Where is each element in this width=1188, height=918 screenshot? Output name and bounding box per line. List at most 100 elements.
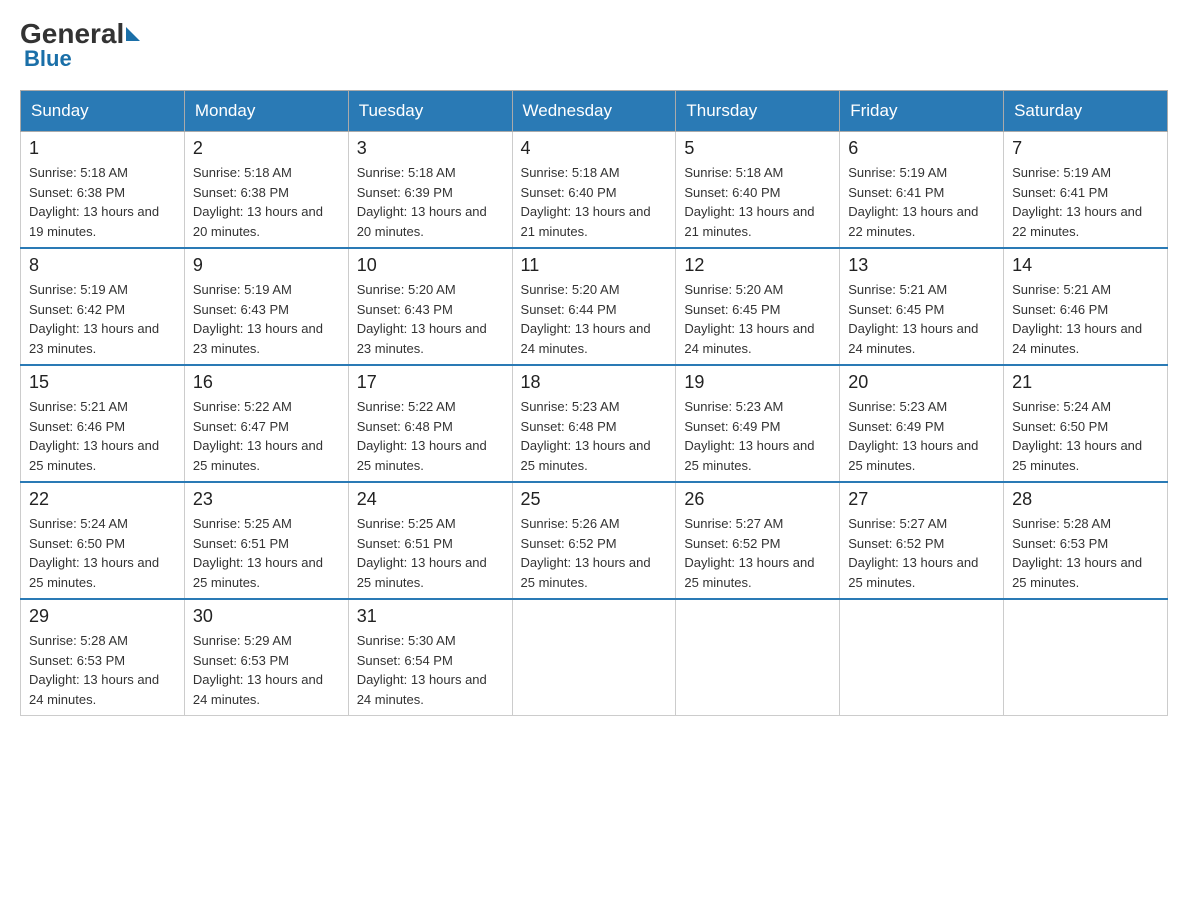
day-info: Sunrise: 5:22 AMSunset: 6:48 PMDaylight:… — [357, 397, 504, 475]
logo-triangle-icon — [126, 27, 140, 41]
header-wednesday: Wednesday — [512, 91, 676, 132]
day-number: 2 — [193, 138, 340, 159]
logo-general-text: General — [20, 20, 124, 48]
day-info: Sunrise: 5:27 AMSunset: 6:52 PMDaylight:… — [848, 514, 995, 592]
week-row-1: 1 Sunrise: 5:18 AMSunset: 6:38 PMDayligh… — [21, 132, 1168, 249]
page-header: General Blue — [20, 20, 1168, 72]
header-saturday: Saturday — [1004, 91, 1168, 132]
calendar-cell: 5 Sunrise: 5:18 AMSunset: 6:40 PMDayligh… — [676, 132, 840, 249]
day-info: Sunrise: 5:26 AMSunset: 6:52 PMDaylight:… — [521, 514, 668, 592]
day-number: 24 — [357, 489, 504, 510]
day-number: 13 — [848, 255, 995, 276]
day-number: 15 — [29, 372, 176, 393]
calendar-cell: 17 Sunrise: 5:22 AMSunset: 6:48 PMDaylig… — [348, 365, 512, 482]
calendar-cell: 7 Sunrise: 5:19 AMSunset: 6:41 PMDayligh… — [1004, 132, 1168, 249]
day-info: Sunrise: 5:28 AMSunset: 6:53 PMDaylight:… — [1012, 514, 1159, 592]
day-number: 29 — [29, 606, 176, 627]
calendar-cell: 21 Sunrise: 5:24 AMSunset: 6:50 PMDaylig… — [1004, 365, 1168, 482]
calendar-cell: 20 Sunrise: 5:23 AMSunset: 6:49 PMDaylig… — [840, 365, 1004, 482]
day-info: Sunrise: 5:19 AMSunset: 6:41 PMDaylight:… — [848, 163, 995, 241]
day-number: 17 — [357, 372, 504, 393]
day-number: 6 — [848, 138, 995, 159]
calendar-cell: 30 Sunrise: 5:29 AMSunset: 6:53 PMDaylig… — [184, 599, 348, 716]
logo-blue-text: Blue — [24, 46, 72, 72]
day-number: 21 — [1012, 372, 1159, 393]
logo: General Blue — [20, 20, 142, 72]
header-tuesday: Tuesday — [348, 91, 512, 132]
day-info: Sunrise: 5:23 AMSunset: 6:49 PMDaylight:… — [848, 397, 995, 475]
calendar-cell: 16 Sunrise: 5:22 AMSunset: 6:47 PMDaylig… — [184, 365, 348, 482]
calendar-cell: 14 Sunrise: 5:21 AMSunset: 6:46 PMDaylig… — [1004, 248, 1168, 365]
day-number: 1 — [29, 138, 176, 159]
week-row-5: 29 Sunrise: 5:28 AMSunset: 6:53 PMDaylig… — [21, 599, 1168, 716]
header-row: SundayMondayTuesdayWednesdayThursdayFrid… — [21, 91, 1168, 132]
header-monday: Monday — [184, 91, 348, 132]
day-number: 22 — [29, 489, 176, 510]
day-info: Sunrise: 5:22 AMSunset: 6:47 PMDaylight:… — [193, 397, 340, 475]
calendar-table: SundayMondayTuesdayWednesdayThursdayFrid… — [20, 90, 1168, 716]
day-info: Sunrise: 5:18 AMSunset: 6:40 PMDaylight:… — [521, 163, 668, 241]
calendar-cell: 10 Sunrise: 5:20 AMSunset: 6:43 PMDaylig… — [348, 248, 512, 365]
day-number: 8 — [29, 255, 176, 276]
day-info: Sunrise: 5:18 AMSunset: 6:38 PMDaylight:… — [193, 163, 340, 241]
day-number: 30 — [193, 606, 340, 627]
calendar-cell: 28 Sunrise: 5:28 AMSunset: 6:53 PMDaylig… — [1004, 482, 1168, 599]
calendar-cell: 8 Sunrise: 5:19 AMSunset: 6:42 PMDayligh… — [21, 248, 185, 365]
calendar-cell — [512, 599, 676, 716]
day-number: 4 — [521, 138, 668, 159]
calendar-cell: 1 Sunrise: 5:18 AMSunset: 6:38 PMDayligh… — [21, 132, 185, 249]
header-friday: Friday — [840, 91, 1004, 132]
calendar-cell: 25 Sunrise: 5:26 AMSunset: 6:52 PMDaylig… — [512, 482, 676, 599]
calendar-cell: 9 Sunrise: 5:19 AMSunset: 6:43 PMDayligh… — [184, 248, 348, 365]
header-thursday: Thursday — [676, 91, 840, 132]
day-number: 14 — [1012, 255, 1159, 276]
day-info: Sunrise: 5:18 AMSunset: 6:39 PMDaylight:… — [357, 163, 504, 241]
day-info: Sunrise: 5:19 AMSunset: 6:43 PMDaylight:… — [193, 280, 340, 358]
calendar-cell: 3 Sunrise: 5:18 AMSunset: 6:39 PMDayligh… — [348, 132, 512, 249]
calendar-cell: 26 Sunrise: 5:27 AMSunset: 6:52 PMDaylig… — [676, 482, 840, 599]
day-number: 28 — [1012, 489, 1159, 510]
day-number: 12 — [684, 255, 831, 276]
day-info: Sunrise: 5:24 AMSunset: 6:50 PMDaylight:… — [29, 514, 176, 592]
calendar-cell: 18 Sunrise: 5:23 AMSunset: 6:48 PMDaylig… — [512, 365, 676, 482]
day-number: 5 — [684, 138, 831, 159]
day-number: 27 — [848, 489, 995, 510]
calendar-cell: 2 Sunrise: 5:18 AMSunset: 6:38 PMDayligh… — [184, 132, 348, 249]
day-number: 20 — [848, 372, 995, 393]
day-info: Sunrise: 5:19 AMSunset: 6:41 PMDaylight:… — [1012, 163, 1159, 241]
day-number: 9 — [193, 255, 340, 276]
header-sunday: Sunday — [21, 91, 185, 132]
day-info: Sunrise: 5:19 AMSunset: 6:42 PMDaylight:… — [29, 280, 176, 358]
day-number: 31 — [357, 606, 504, 627]
day-number: 3 — [357, 138, 504, 159]
week-row-3: 15 Sunrise: 5:21 AMSunset: 6:46 PMDaylig… — [21, 365, 1168, 482]
calendar-cell: 15 Sunrise: 5:21 AMSunset: 6:46 PMDaylig… — [21, 365, 185, 482]
calendar-cell: 13 Sunrise: 5:21 AMSunset: 6:45 PMDaylig… — [840, 248, 1004, 365]
calendar-cell: 11 Sunrise: 5:20 AMSunset: 6:44 PMDaylig… — [512, 248, 676, 365]
day-info: Sunrise: 5:23 AMSunset: 6:48 PMDaylight:… — [521, 397, 668, 475]
day-info: Sunrise: 5:21 AMSunset: 6:46 PMDaylight:… — [29, 397, 176, 475]
day-info: Sunrise: 5:21 AMSunset: 6:45 PMDaylight:… — [848, 280, 995, 358]
day-number: 23 — [193, 489, 340, 510]
day-info: Sunrise: 5:27 AMSunset: 6:52 PMDaylight:… — [684, 514, 831, 592]
week-row-4: 22 Sunrise: 5:24 AMSunset: 6:50 PMDaylig… — [21, 482, 1168, 599]
day-info: Sunrise: 5:25 AMSunset: 6:51 PMDaylight:… — [193, 514, 340, 592]
calendar-cell — [840, 599, 1004, 716]
day-number: 19 — [684, 372, 831, 393]
day-info: Sunrise: 5:20 AMSunset: 6:45 PMDaylight:… — [684, 280, 831, 358]
day-number: 10 — [357, 255, 504, 276]
day-info: Sunrise: 5:21 AMSunset: 6:46 PMDaylight:… — [1012, 280, 1159, 358]
day-number: 18 — [521, 372, 668, 393]
day-number: 11 — [521, 255, 668, 276]
calendar-cell: 29 Sunrise: 5:28 AMSunset: 6:53 PMDaylig… — [21, 599, 185, 716]
day-info: Sunrise: 5:25 AMSunset: 6:51 PMDaylight:… — [357, 514, 504, 592]
calendar-cell: 12 Sunrise: 5:20 AMSunset: 6:45 PMDaylig… — [676, 248, 840, 365]
day-info: Sunrise: 5:23 AMSunset: 6:49 PMDaylight:… — [684, 397, 831, 475]
day-info: Sunrise: 5:20 AMSunset: 6:43 PMDaylight:… — [357, 280, 504, 358]
day-info: Sunrise: 5:30 AMSunset: 6:54 PMDaylight:… — [357, 631, 504, 709]
calendar-cell: 6 Sunrise: 5:19 AMSunset: 6:41 PMDayligh… — [840, 132, 1004, 249]
calendar-cell: 24 Sunrise: 5:25 AMSunset: 6:51 PMDaylig… — [348, 482, 512, 599]
day-number: 26 — [684, 489, 831, 510]
calendar-cell: 4 Sunrise: 5:18 AMSunset: 6:40 PMDayligh… — [512, 132, 676, 249]
day-info: Sunrise: 5:20 AMSunset: 6:44 PMDaylight:… — [521, 280, 668, 358]
